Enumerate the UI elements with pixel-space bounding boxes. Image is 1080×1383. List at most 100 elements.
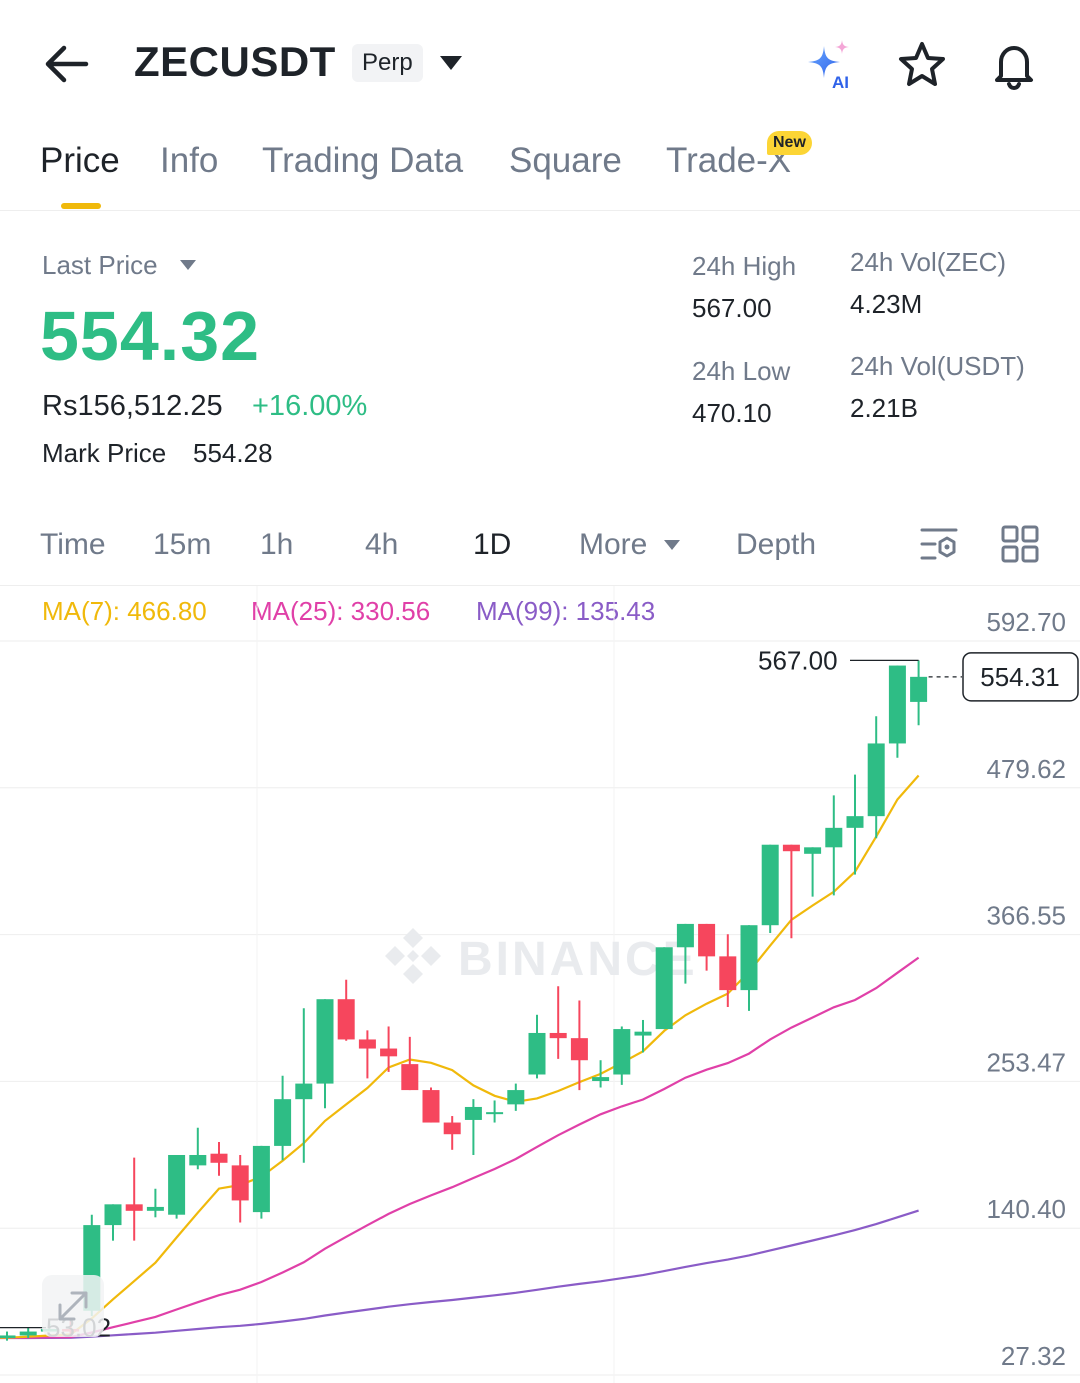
interval-time[interactable]: Time (40, 528, 106, 562)
candle-body (676, 923, 694, 948)
mark-price: 554.28 (193, 438, 273, 468)
candle (486, 1100, 504, 1123)
candle-body (486, 1112, 504, 1115)
interval-more[interactable]: More (579, 528, 647, 562)
ai-label: AI (832, 73, 849, 92)
candle-body (210, 1153, 228, 1163)
candle (888, 665, 906, 758)
candle-body (274, 1099, 292, 1146)
candle-body (146, 1206, 164, 1211)
candlestick-chart[interactable]: BINANCE 592.70 479.62 366.55 253.47 140.40 27… (0, 586, 1080, 1383)
interval-4h[interactable]: 4h (365, 528, 398, 562)
candle-body (804, 847, 822, 854)
candle (910, 660, 928, 726)
high-price-marker: 567.00 (758, 645, 838, 675)
candle-body (655, 947, 673, 1030)
vol-base-label: 24h Vol(ZEC) (850, 247, 1007, 277)
new-badge: New (767, 131, 812, 155)
fullscreen-button[interactable] (42, 1275, 104, 1337)
tab-trading-data[interactable]: Trading Data (262, 141, 463, 181)
bell-icon[interactable] (987, 38, 1041, 92)
candle (825, 795, 843, 896)
candle (740, 925, 758, 1011)
candle (337, 979, 355, 1041)
candle-body (189, 1154, 207, 1166)
y-axis-tick-label: 253.47 (986, 1047, 1066, 1077)
candle-body (507, 1090, 525, 1105)
ma7-path (0, 774, 920, 1339)
candle (846, 774, 864, 875)
vol-quote-label: 24h Vol(USDT) (850, 351, 1025, 381)
ma99-path (0, 1209, 919, 1340)
candle-body (528, 1032, 546, 1075)
low-24h-value: 470.10 (692, 398, 772, 428)
last-price: 554.32 (40, 297, 261, 375)
candle-body (761, 844, 779, 926)
candle-body (125, 1204, 143, 1211)
ma99-line (0, 1209, 919, 1340)
price-change-percent: +16.00% (252, 390, 368, 422)
y-axis-tick-label: 592.70 (986, 607, 1066, 637)
candle (634, 1019, 652, 1053)
fiat-price: Rs156,512.25 (42, 390, 223, 422)
y-axis-tick-label: 366.55 (986, 901, 1066, 931)
current-price-label: 554.31 (980, 662, 1060, 692)
candles (0, 660, 928, 1341)
candle (761, 844, 779, 933)
interval-1h[interactable]: 1h (260, 528, 293, 562)
header: ZECUSDT Perp AI (0, 0, 1080, 125)
candle-body (846, 816, 864, 828)
candle (507, 1083, 525, 1111)
candle (528, 1014, 546, 1079)
caret-down-icon[interactable] (662, 538, 682, 552)
y-axis-labels: 592.70 479.62 366.55 253.47 140.40 27.32 (986, 607, 1066, 1371)
tab-square[interactable]: Square (509, 141, 622, 181)
candle (168, 1154, 186, 1219)
candle (146, 1188, 164, 1218)
candle-body (316, 999, 334, 1084)
indicator-settings-icon[interactable] (919, 524, 959, 564)
candle (0, 1331, 16, 1341)
candle (655, 947, 673, 1030)
tab-price[interactable]: Price (40, 141, 120, 181)
candle-body (252, 1145, 270, 1213)
candle (549, 986, 567, 1059)
layout-grid-icon[interactable] (1000, 524, 1040, 564)
candle (443, 1116, 461, 1150)
candle (104, 1204, 122, 1241)
candle-body (295, 1083, 313, 1100)
candle (274, 1075, 292, 1161)
symbol-title[interactable]: ZECUSDT (134, 38, 336, 86)
caret-down-icon[interactable] (436, 50, 466, 76)
interval-1d[interactable]: 1D (473, 528, 511, 562)
back-arrow-icon[interactable] (40, 40, 92, 88)
candle (698, 923, 716, 971)
ma25-path (0, 956, 920, 1339)
candle (316, 999, 334, 1109)
last-price-label[interactable]: Last Price (42, 250, 158, 281)
candle (464, 1099, 482, 1155)
ma7-line (0, 774, 920, 1339)
tab-info[interactable]: Info (160, 141, 218, 181)
vol-quote-value: 2.21B (850, 393, 918, 423)
expand-icon (58, 1291, 88, 1321)
candle-body (698, 923, 716, 957)
candle (210, 1142, 228, 1176)
candle-body (825, 827, 843, 848)
mark-price-label: Mark Price (42, 438, 167, 468)
vol-base-value: 4.23M (850, 289, 923, 319)
candle (867, 716, 885, 839)
candle (804, 847, 822, 897)
candle-body (443, 1122, 461, 1135)
candle (252, 1145, 270, 1219)
ai-sparkle-icon[interactable]: AI (802, 38, 856, 92)
interval-15m[interactable]: 15m (153, 528, 211, 562)
caret-down-icon[interactable] (178, 258, 198, 272)
star-icon[interactable] (895, 38, 949, 92)
chart-watermark: BINANCE (385, 928, 695, 986)
candle-body (19, 1331, 37, 1336)
low-24h-label: 24h Low (692, 356, 791, 386)
candle-body (549, 1032, 567, 1039)
interval-depth[interactable]: Depth (736, 528, 816, 562)
candle (613, 1026, 631, 1085)
